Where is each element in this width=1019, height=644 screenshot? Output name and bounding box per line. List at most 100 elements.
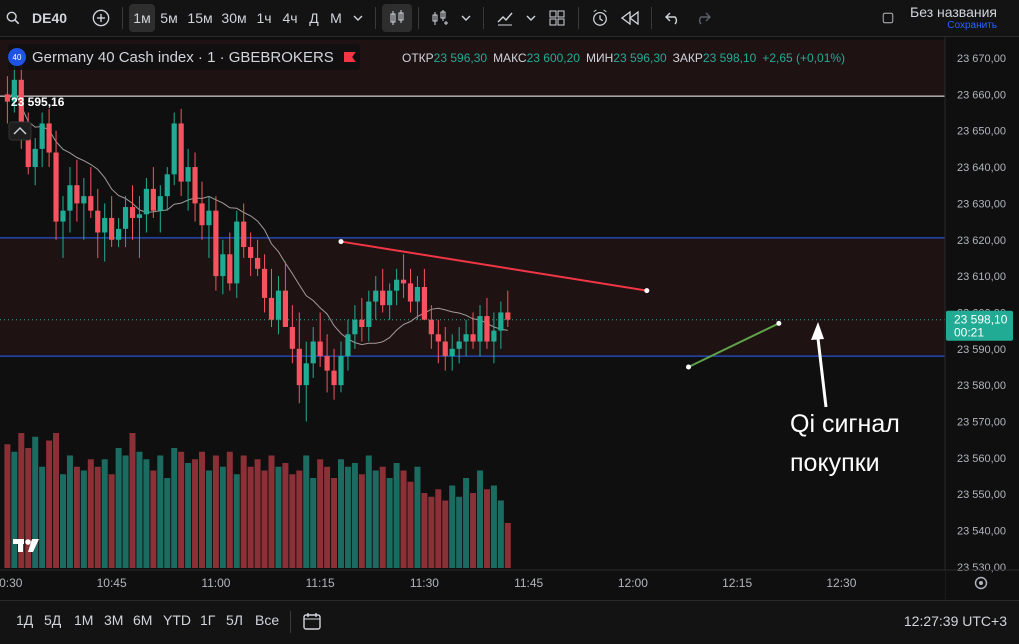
- price-chart[interactable]: Qi сигналпокупки23 595,162223 670,0023 6…: [0, 37, 1019, 599]
- range-all[interactable]: Все: [255, 612, 279, 628]
- chart-type-icon[interactable]: [490, 4, 520, 32]
- range-ytd[interactable]: YTD: [163, 612, 191, 628]
- range-1m[interactable]: 1М: [74, 612, 93, 628]
- price-tick: 23 570,00: [957, 417, 1006, 429]
- interval-30m[interactable]: 30м: [217, 4, 251, 32]
- chevron-down-icon[interactable]: [520, 4, 542, 32]
- volume-bar: [504, 523, 511, 568]
- volume-bar: [268, 455, 275, 568]
- undo-icon[interactable]: [658, 4, 688, 32]
- time-tick: 11:00: [201, 576, 230, 590]
- trendline-anchor[interactable]: [338, 239, 344, 245]
- interval-4h[interactable]: 4ч: [277, 4, 303, 32]
- volume-bar: [317, 459, 324, 568]
- candle-body: [81, 196, 87, 204]
- candle-body: [268, 297, 275, 320]
- volume-bar: [87, 459, 94, 568]
- candle-body: [171, 123, 177, 175]
- candle-body: [359, 319, 365, 327]
- calendar-icon[interactable]: [302, 611, 322, 636]
- chevron-down-icon[interactable]: [347, 4, 369, 32]
- candle-body: [39, 123, 45, 149]
- volume-bar: [4, 444, 11, 568]
- layout-grid-icon[interactable]: [542, 4, 572, 32]
- flag-icon[interactable]: [343, 52, 356, 62]
- candle-body: [428, 319, 434, 335]
- symbol-name[interactable]: DE40: [26, 4, 86, 32]
- interval-5m[interactable]: 5м: [155, 4, 183, 32]
- candle-body: [116, 228, 122, 240]
- interval-1m[interactable]: 1м: [129, 4, 155, 32]
- chart-area[interactable]: Qi сигналпокупки23 595,162223 670,0023 6…: [0, 37, 1019, 599]
- candle-body: [442, 341, 448, 357]
- candle-body: [143, 188, 149, 215]
- volume-bar: [219, 466, 226, 568]
- interval-day[interactable]: Д: [303, 4, 325, 32]
- range-5d[interactable]: 5Д: [44, 612, 61, 628]
- divider: [122, 7, 123, 29]
- divider: [578, 7, 579, 29]
- interval-month[interactable]: М: [325, 4, 347, 32]
- volume-bar: [73, 466, 80, 568]
- candle-body: [338, 356, 344, 386]
- volume-bar: [192, 459, 199, 568]
- add-symbol-button[interactable]: [86, 4, 116, 32]
- layout-name[interactable]: Без названия Сохранить: [910, 4, 997, 31]
- chevron-down-icon[interactable]: [455, 4, 477, 32]
- trendline-anchor[interactable]: [776, 320, 782, 326]
- open-label: ОТКР: [402, 51, 434, 65]
- candle-body: [505, 312, 511, 320]
- alert-clock-icon[interactable]: [585, 4, 615, 32]
- volume-bar: [66, 455, 73, 568]
- time-tick: 10:30: [0, 576, 23, 590]
- volume-bar: [303, 455, 310, 568]
- indicators-icon[interactable]: [425, 4, 455, 32]
- candle-body: [380, 290, 386, 306]
- low-label: МИН: [585, 51, 614, 65]
- volume-bar: [456, 496, 463, 568]
- interval-15m[interactable]: 15м: [183, 4, 217, 32]
- settings-gear-center: [979, 581, 983, 585]
- candle-body: [32, 148, 38, 168]
- range-5y[interactable]: 5Л: [226, 612, 243, 628]
- time-axis[interactable]: [0, 570, 945, 598]
- range-3m[interactable]: 3М: [104, 612, 123, 628]
- volume-bar: [289, 474, 296, 568]
- candle-body: [74, 185, 80, 204]
- symbol-legend[interactable]: 40 Germany 40 Cash index · 1 · GBEBROKER…: [8, 44, 360, 70]
- high-label: МАКС: [493, 51, 527, 65]
- search-icon[interactable]: [0, 4, 26, 32]
- trendline-anchor[interactable]: [644, 288, 650, 294]
- layout-checkbox-icon[interactable]: [876, 4, 900, 32]
- clock[interactable]: 12:27:39 UTC+3: [904, 613, 1007, 629]
- layout-title: Без названия: [910, 4, 997, 20]
- trendline-anchor[interactable]: [686, 364, 691, 370]
- volume-bar: [351, 463, 358, 568]
- volume-bar: [470, 493, 477, 568]
- range-6m[interactable]: 6М: [133, 612, 152, 628]
- annotation-line-1: Qi сигнал: [790, 410, 900, 438]
- price-tick: 23 630,00: [957, 198, 1006, 210]
- layout-save-label[interactable]: Сохранить: [910, 20, 997, 31]
- candle-body: [164, 174, 170, 197]
- price-tick: 23 540,00: [957, 526, 1006, 538]
- top-toolbar: DE40 1м 5м 15м 30м 1ч 4ч Д М Без названи…: [0, 0, 1019, 37]
- range-1d[interactable]: 1Д: [16, 612, 33, 628]
- symbol-logo: 40: [8, 48, 26, 66]
- interval-1h[interactable]: 1ч: [251, 4, 277, 32]
- candle-body: [463, 334, 469, 342]
- candle-body: [234, 221, 240, 284]
- candle-body: [88, 196, 94, 211]
- range-1y[interactable]: 1Г: [200, 612, 215, 628]
- candle-body: [414, 287, 421, 302]
- replay-icon[interactable]: [615, 4, 645, 32]
- candle-body: [206, 210, 212, 226]
- price-tick: 23 650,00: [957, 126, 1006, 138]
- volume-bar: [254, 459, 261, 568]
- redo-icon[interactable]: [688, 4, 718, 32]
- collapse-button[interactable]: [8, 121, 32, 141]
- price-tick: 23 620,00: [957, 235, 1006, 247]
- candle-body: [366, 301, 372, 327]
- candles-icon[interactable]: [382, 4, 412, 32]
- candle-body: [102, 217, 108, 233]
